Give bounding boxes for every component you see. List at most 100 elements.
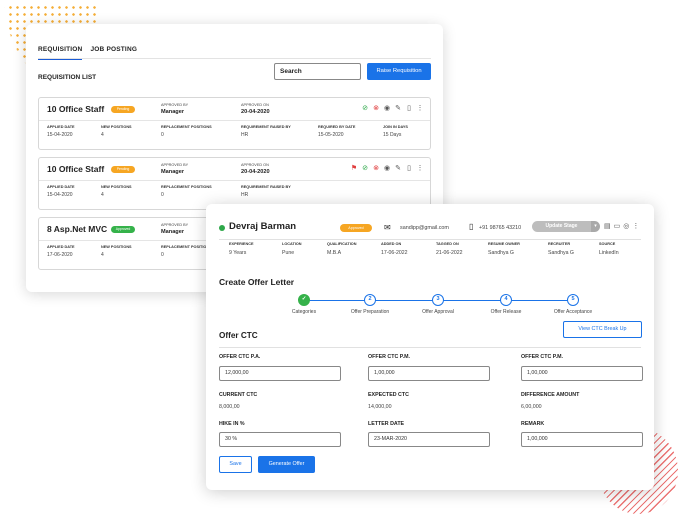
step-offer-release[interactable]: 4 — [500, 294, 512, 306]
message-icon[interactable]: ▭ — [614, 222, 621, 230]
experience-label: EXPERIENCE — [229, 242, 254, 246]
qualification-value: M.B.A — [327, 250, 342, 256]
offer-ctc-pa-label: OFFER CTC P.A. — [219, 354, 261, 360]
reject-icon[interactable]: ⊗ — [372, 104, 380, 113]
edit-icon[interactable]: ✎ — [394, 104, 402, 113]
search-input[interactable]: Search — [274, 63, 361, 80]
join-in-value: 15 Days — [383, 132, 402, 138]
experience-value: 9 Years — [229, 250, 247, 256]
offer-ctc-pa-input[interactable]: 12,000,00 — [219, 366, 341, 381]
letter-date-input[interactable]: 23-MAR-2020 — [368, 432, 490, 447]
new-positions-value: 4 — [101, 132, 104, 138]
settings-icon[interactable]: ◎ — [623, 222, 629, 230]
requisition-card[interactable]: 10 Office Staff Pending APPROVED BY Mana… — [38, 97, 431, 150]
view-icon[interactable]: ◉ — [383, 104, 391, 113]
tagged-on-value: 21-06-2022 — [436, 250, 463, 256]
remark-input[interactable]: 1,00,000 — [521, 432, 643, 447]
replacement-positions-value: 0 — [161, 192, 164, 198]
qualification-label: QUALIFICATION — [327, 242, 357, 246]
offer-panel: Devraj Barman Approved ✉ sandipp@gmail.c… — [206, 204, 654, 490]
offer-letter-title: Create Offer Letter — [219, 277, 295, 287]
divider — [219, 347, 641, 348]
step-label: Offer Approval — [422, 309, 454, 315]
candidate-actions: ▤ ▭ ◎ ⋮ — [604, 222, 639, 230]
card-actions: ⚑ ⊘ ⊗ ◉ ✎ ▯ ⋮ — [350, 164, 424, 173]
view-icon[interactable]: ◉ — [383, 164, 391, 173]
replacement-positions-label: REPLACEMENT POSITIONS — [161, 245, 212, 249]
added-on-label: ADDED ON — [381, 242, 402, 246]
status-badge: Pending — [111, 106, 135, 113]
tagged-on-label: TAGGED ON — [436, 242, 459, 246]
step-label: Offer Acceptance — [553, 309, 593, 315]
update-stage-dropdown[interactable]: ▾ — [591, 221, 600, 232]
status-badge: Pending — [111, 166, 135, 173]
card-header: 10 Office Staff Pending APPROVED BY Mana… — [39, 158, 430, 181]
hike-input[interactable]: 30 % — [219, 432, 341, 447]
document-icon[interactable]: ▤ — [604, 222, 611, 230]
requisition-list-title: REQUISITION LIST — [38, 74, 97, 81]
status-dot — [219, 225, 225, 231]
candidate-email[interactable]: sandipp@gmail.com — [400, 225, 449, 231]
divider — [219, 239, 641, 240]
location-label: LOCATION — [282, 242, 302, 246]
required-by-value: 15-05-2020 — [318, 132, 344, 138]
expected-ctc-label: EXPECTED CTC — [368, 392, 409, 398]
applied-date-value: 15-04-2020 — [47, 132, 73, 138]
resume-owner-value: Sandhya G — [488, 250, 514, 256]
new-positions-label: NEW POSITIONS — [101, 125, 132, 129]
applied-date-value: 15-04-2020 — [47, 192, 73, 198]
status-badge: Approved — [111, 226, 135, 233]
letter-date-label: LETTER DATE — [368, 421, 405, 427]
generate-offer-button[interactable]: Generate Offer — [258, 456, 315, 473]
mail-icon: ✉ — [384, 223, 391, 232]
step-label: Categories — [291, 309, 317, 315]
approved-by-value: Manager — [161, 169, 185, 175]
card-actions: ⊘ ⊗ ◉ ✎ ▯ ⋮ — [361, 104, 424, 113]
step-offer-acceptance[interactable]: 5 — [567, 294, 579, 306]
more-icon[interactable]: ⋮ — [632, 222, 639, 230]
step-offer-preparation[interactable]: 2 — [364, 294, 376, 306]
step-categories[interactable]: ✓ — [298, 294, 310, 306]
approve-icon[interactable]: ⊘ — [361, 104, 369, 113]
tab-divider — [38, 58, 431, 59]
replacement-positions-label: REPLACEMENT POSITIONS — [161, 125, 212, 129]
offer-ctc-pm-input-2[interactable]: 1,00,000 — [521, 366, 643, 381]
approved-on-value: 20-04-2020 — [241, 169, 270, 175]
view-ctc-breakup-button[interactable]: View CTC Break Up — [563, 321, 642, 338]
more-icon[interactable]: ⋮ — [416, 104, 424, 113]
flag-icon[interactable]: ⚑ — [350, 164, 358, 173]
approved-by-value: Manager — [161, 109, 185, 115]
candidate-phone[interactable]: +91 98765 43210 — [479, 225, 521, 231]
raise-requisition-button[interactable]: Raise Requisition — [367, 63, 431, 80]
phone-icon: ▯ — [469, 222, 474, 231]
more-icon[interactable]: ⋮ — [416, 164, 424, 173]
candidate-details: EXPERIENCE 9 Years LOCATION Pune QUALIFICA… — [206, 242, 654, 270]
candidate-name: Devraj Barman — [229, 221, 297, 232]
applied-date-label: APPLIED DATE — [47, 245, 75, 249]
current-ctc-value: 8,000,00 — [219, 404, 240, 410]
recruiter-value: Sandhya G — [548, 250, 574, 256]
required-by-label: REQUIRED BY DATE — [318, 125, 356, 129]
offer-ctc-pm-input[interactable]: 1,00,000 — [368, 366, 490, 381]
status-badge: Approved — [340, 224, 372, 232]
update-stage-button[interactable]: Update Stage — [532, 221, 591, 232]
difference-amount-label: DIFFERENCE AMOUNT — [521, 392, 580, 398]
delete-icon[interactable]: ▯ — [405, 104, 413, 113]
hike-label: HIKE IN % — [219, 421, 245, 427]
step-offer-approval[interactable]: 3 — [432, 294, 444, 306]
new-positions-label: NEW POSITIONS — [101, 245, 132, 249]
reject-icon[interactable]: ⊗ — [372, 164, 380, 173]
approved-by-value: Manager — [161, 229, 185, 235]
new-positions-value: 4 — [101, 192, 104, 198]
raised-by-label: REQUIREMENT RAISED BY — [241, 125, 291, 129]
approve-icon[interactable]: ⊘ — [361, 164, 369, 173]
applied-date-label: APPLIED DATE — [47, 125, 75, 129]
added-on-value: 17-06-2022 — [381, 250, 408, 256]
save-button[interactable]: Save — [219, 456, 252, 473]
raised-by-value: HR — [241, 132, 249, 138]
requisition-card[interactable]: 10 Office Staff Pending APPROVED BY Mana… — [38, 157, 431, 210]
approved-by-label: APPROVED BY — [161, 103, 189, 107]
edit-icon[interactable]: ✎ — [394, 164, 402, 173]
delete-icon[interactable]: ▯ — [405, 164, 413, 173]
step-label: Offer Release — [490, 309, 522, 315]
